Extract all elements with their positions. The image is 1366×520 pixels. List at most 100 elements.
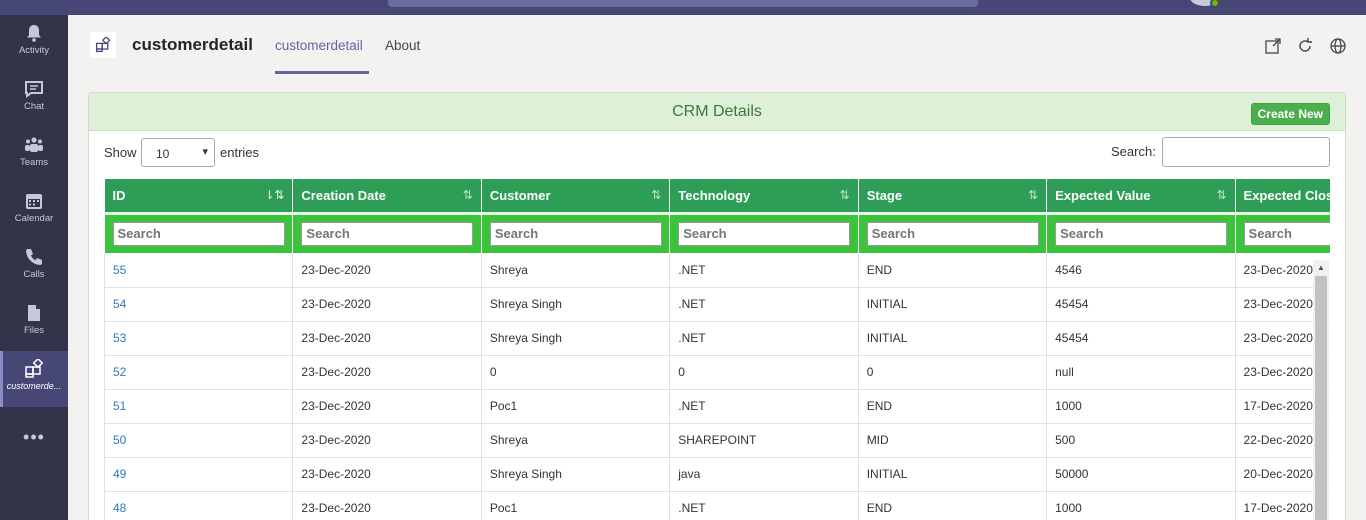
app-icon (25, 359, 44, 378)
cell-technology: .NET (669, 491, 859, 520)
cell-stage: END (858, 253, 1048, 288)
cell-stage: 0 (858, 355, 1048, 390)
tab-customerdetail[interactable]: customerdetail (275, 38, 363, 53)
id-link[interactable]: 55 (104, 253, 294, 288)
crm-panel: CRM Details Create New Show 10 entries S… (88, 92, 1346, 520)
filter-input-customer[interactable] (489, 221, 662, 246)
column-header-label: Expected Clos (1243, 187, 1330, 203)
cell-creation-date: 23-Dec-2020 (292, 457, 482, 492)
rail-item-label: Teams (20, 157, 48, 168)
rail-item-label: Calls (23, 269, 45, 280)
table-row: 52 23-Dec-2020 0 0 0 null 23-Dec-2020 (104, 355, 1330, 390)
table-row: 50 23-Dec-2020 Shreya SHAREPOINT MID 500… (104, 423, 1330, 458)
column-header-label: Expected Value (1055, 187, 1151, 203)
id-link[interactable]: 54 (104, 287, 294, 322)
phone-icon (26, 249, 42, 265)
more-apps-icon[interactable]: ••• (0, 427, 68, 448)
cell-expected-value: 4546 (1046, 253, 1236, 288)
column-header-technology[interactable]: Technology ⇅ (669, 179, 859, 215)
rail-item-activity[interactable]: Activity (0, 15, 68, 71)
column-header-id[interactable]: ID ⇂⇅ (104, 179, 294, 215)
id-link[interactable]: 53 (104, 321, 294, 356)
app-title: customerdetail (132, 35, 253, 54)
rail-item-label: Activity (18, 45, 50, 56)
id-link[interactable]: 48 (104, 491, 294, 520)
cell-customer: Shreya (481, 253, 671, 288)
table-controls: Show 10 entries Search: (89, 131, 1345, 179)
table-scrollbar[interactable]: ▲ (1313, 260, 1329, 520)
id-link[interactable]: 52 (104, 355, 294, 390)
search-label: Search: (1111, 144, 1156, 159)
cell-technology: java (669, 457, 859, 492)
app-header: customerdetail customerdetail About (68, 15, 1366, 75)
filter-input-id[interactable] (112, 221, 285, 246)
filter-input-expected-value[interactable] (1055, 221, 1228, 246)
column-header-customer[interactable]: Customer ⇅ (481, 179, 671, 215)
filter-input-creation-date[interactable] (301, 221, 474, 246)
table-row: 48 23-Dec-2020 Poc1 .NET END 1000 17-Dec… (104, 491, 1330, 520)
rail-item-label: Files (23, 325, 45, 336)
cell-customer: Shreya Singh (481, 457, 671, 492)
cell-expected-value: 45454 (1046, 321, 1236, 356)
sort-desc-icon: ⇂⇅ (264, 188, 285, 202)
table-row: 55 23-Dec-2020 Shreya .NET END 4546 23-D… (104, 253, 1330, 288)
cell-customer: Shreya (481, 423, 671, 458)
column-header-expected-value[interactable]: Expected Value ⇅ (1046, 179, 1236, 215)
column-header-label: ID (112, 187, 126, 203)
crm-table: ID ⇂⇅ Creation Date ⇅ Customer ⇅ Technology… (104, 179, 1330, 520)
create-new-button[interactable]: Create New (1250, 103, 1330, 125)
cell-customer: 0 (481, 355, 671, 390)
filter-row (104, 213, 1330, 253)
tab-about[interactable]: About (385, 38, 420, 53)
cell-expected-value: 45454 (1046, 287, 1236, 322)
cell-creation-date: 23-Dec-2020 (292, 355, 482, 390)
rail-item-calendar[interactable]: Calendar (0, 183, 68, 239)
teams-icon (25, 137, 43, 152)
id-link[interactable]: 51 (104, 389, 294, 424)
chat-icon (25, 81, 43, 98)
cell-customer: Poc1 (481, 389, 671, 424)
cell-creation-date: 23-Dec-2020 (292, 389, 482, 424)
filter-input-expected-close[interactable] (1243, 221, 1330, 246)
cell-stage: INITIAL (858, 321, 1048, 356)
rail-item-calls[interactable]: Calls (0, 239, 68, 295)
rail-item-label: Calendar (14, 213, 54, 224)
cell-technology: 0 (669, 355, 859, 390)
cell-stage: MID (858, 423, 1048, 458)
page-length-select[interactable]: 10 (141, 138, 215, 167)
scroll-up-icon[interactable]: ▲ (1317, 263, 1325, 272)
popout-icon[interactable] (1264, 37, 1282, 55)
rail-item-chat[interactable]: Chat (0, 71, 68, 127)
cell-technology: .NET (669, 321, 859, 356)
entries-label: entries (220, 145, 260, 160)
column-header-expected-close[interactable]: Expected Clos (1235, 179, 1330, 215)
app-rail: Activity Chat Teams Calendar Calls Files… (0, 15, 68, 520)
rail-item-files[interactable]: Files (0, 295, 68, 351)
refresh-icon[interactable] (1296, 37, 1314, 55)
cell-expected-value: 1000 (1046, 491, 1236, 520)
active-tab-indicator (275, 71, 369, 74)
search-input[interactable] (1162, 137, 1330, 167)
scrollbar-thumb[interactable] (1315, 276, 1327, 520)
panel-title: CRM Details (672, 103, 762, 120)
cell-creation-date: 23-Dec-2020 (292, 253, 482, 288)
cell-creation-date: 23-Dec-2020 (292, 491, 482, 520)
rail-item-teams[interactable]: Teams (0, 127, 68, 183)
column-header-label: Customer (489, 187, 551, 203)
app-logo (90, 32, 116, 58)
cell-technology: SHAREPOINT (669, 423, 859, 458)
rail-item-customerdetail[interactable]: customerde... (0, 351, 68, 407)
cell-technology: .NET (669, 253, 859, 288)
sort-icon: ⇅ (462, 188, 473, 202)
column-header-stage[interactable]: Stage ⇅ (858, 179, 1048, 215)
globe-icon[interactable] (1329, 37, 1347, 55)
filter-input-technology[interactable] (678, 221, 851, 246)
top-bar (0, 0, 1366, 15)
table-row: 53 23-Dec-2020 Shreya Singh .NET INITIAL… (104, 321, 1330, 356)
table-row: 49 23-Dec-2020 Shreya Singh java INITIAL… (104, 457, 1330, 492)
id-link[interactable]: 50 (104, 423, 294, 458)
global-search-bar[interactable] (388, 0, 978, 7)
filter-input-stage[interactable] (866, 221, 1039, 246)
column-header-creation-date[interactable]: Creation Date ⇅ (292, 179, 482, 215)
id-link[interactable]: 49 (104, 457, 294, 492)
